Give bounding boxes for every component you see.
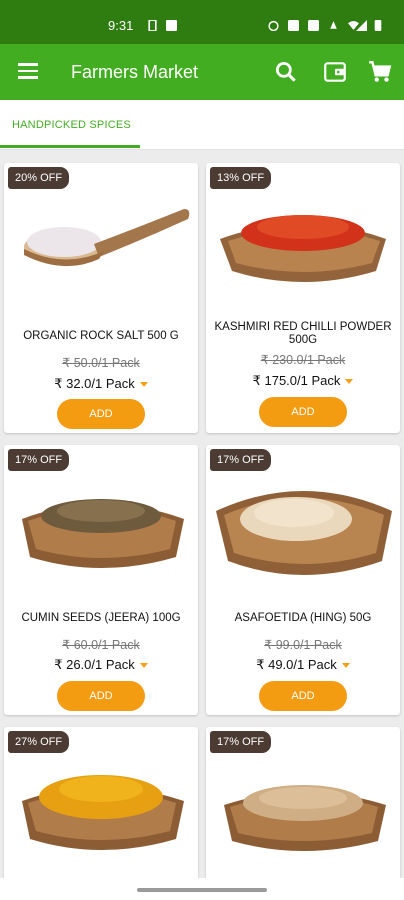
menu-icon[interactable] bbox=[18, 63, 38, 79]
battery-icon bbox=[374, 20, 382, 31]
chevron-down-icon bbox=[139, 663, 148, 669]
product-name: KASHMIRI RED CHILLI POWDER 500G bbox=[214, 321, 392, 346]
search-icon[interactable] bbox=[273, 59, 299, 85]
category-tabs: HANDPICKED SPICES bbox=[0, 100, 404, 150]
sale-price-text: ₹ 175.0/1 Pack bbox=[252, 373, 341, 388]
product-name: CUMIN SEEDS (JEERA) 100G bbox=[21, 612, 181, 624]
tab-indicator bbox=[0, 145, 140, 148]
add-button[interactable]: ADD bbox=[57, 681, 145, 711]
product-image bbox=[24, 209, 190, 267]
product-name: ASAFOETIDA (HING) 50G bbox=[234, 612, 372, 624]
mute-icon bbox=[330, 21, 337, 29]
discount-badge: 17% OFF bbox=[8, 449, 70, 471]
original-price: ₹ 230.0/1 Pack bbox=[260, 353, 346, 367]
signal-icon bbox=[356, 20, 367, 31]
product-image bbox=[224, 785, 386, 851]
product-card[interactable]: 17% OFF CUMIN SEEDS (JEERA) 100G ₹ 60.0/… bbox=[4, 445, 198, 715]
sale-price-text: ₹ 49.0/1 Pack bbox=[256, 657, 337, 672]
data-icon bbox=[308, 20, 319, 31]
discount-badge: 13% OFF bbox=[210, 167, 272, 189]
discount-badge: 20% OFF bbox=[8, 167, 70, 189]
original-price: ₹ 50.0/1 Pack bbox=[62, 356, 140, 370]
sim-icon bbox=[148, 20, 157, 31]
status-time: 9:31 bbox=[108, 18, 134, 33]
product-name: ORGANIC ROCK SALT 500 G bbox=[23, 330, 179, 342]
sale-price-text: ₹ 32.0/1 Pack bbox=[54, 376, 135, 391]
alarm-icon bbox=[268, 20, 279, 31]
image-icon bbox=[166, 20, 177, 31]
product-card[interactable]: 20% OFF ORGANIC ROCK SALT 500 G ₹ 50.0/1… bbox=[4, 163, 198, 433]
add-button[interactable]: ADD bbox=[259, 397, 347, 427]
product-image bbox=[216, 491, 392, 575]
add-button[interactable]: ADD bbox=[57, 399, 145, 429]
sale-price[interactable]: ₹ 26.0/1 Pack bbox=[4, 657, 198, 673]
product-card[interactable]: 27% OFF bbox=[4, 727, 198, 887]
sale-price[interactable]: ₹ 32.0/1 Pack bbox=[4, 376, 198, 392]
product-card[interactable]: 17% OFF ASAFOETIDA (HING) 50G ₹ 99.0/1 P… bbox=[206, 445, 400, 715]
product-image bbox=[22, 775, 184, 850]
sale-price[interactable]: ₹ 49.0/1 Pack bbox=[206, 657, 400, 673]
discount-badge: 27% OFF bbox=[8, 731, 70, 753]
discount-badge: 17% OFF bbox=[210, 731, 272, 753]
wallet-icon[interactable] bbox=[322, 59, 348, 85]
chevron-down-icon bbox=[341, 663, 350, 669]
product-card[interactable]: 17% OFF bbox=[206, 727, 400, 887]
chevron-down-icon bbox=[345, 379, 354, 385]
cart-icon[interactable] bbox=[367, 59, 393, 85]
original-price: ₹ 99.0/1 Pack bbox=[264, 638, 342, 652]
sale-price-text: ₹ 26.0/1 Pack bbox=[54, 657, 135, 672]
tab-handpicked-spices[interactable]: HANDPICKED SPICES bbox=[12, 119, 131, 131]
original-price: ₹ 60.0/1 Pack bbox=[62, 638, 140, 652]
product-image bbox=[22, 499, 184, 568]
add-button[interactable]: ADD bbox=[259, 681, 347, 711]
nfc-icon bbox=[288, 20, 299, 31]
product-image bbox=[220, 215, 386, 282]
product-card[interactable]: 13% OFF KASHMIRI RED CHILLI POWDER 500G … bbox=[206, 163, 400, 433]
gesture-nav-bar bbox=[0, 878, 404, 900]
chevron-down-icon bbox=[139, 382, 148, 388]
app-title: Farmers Market bbox=[71, 62, 199, 82]
sale-price[interactable]: ₹ 175.0/1 Pack bbox=[206, 373, 400, 389]
discount-badge: 17% OFF bbox=[210, 449, 272, 471]
home-handle[interactable] bbox=[137, 888, 267, 892]
app-bar: Farmers Market bbox=[0, 44, 404, 100]
status-bar: 9:31 bbox=[0, 0, 404, 44]
